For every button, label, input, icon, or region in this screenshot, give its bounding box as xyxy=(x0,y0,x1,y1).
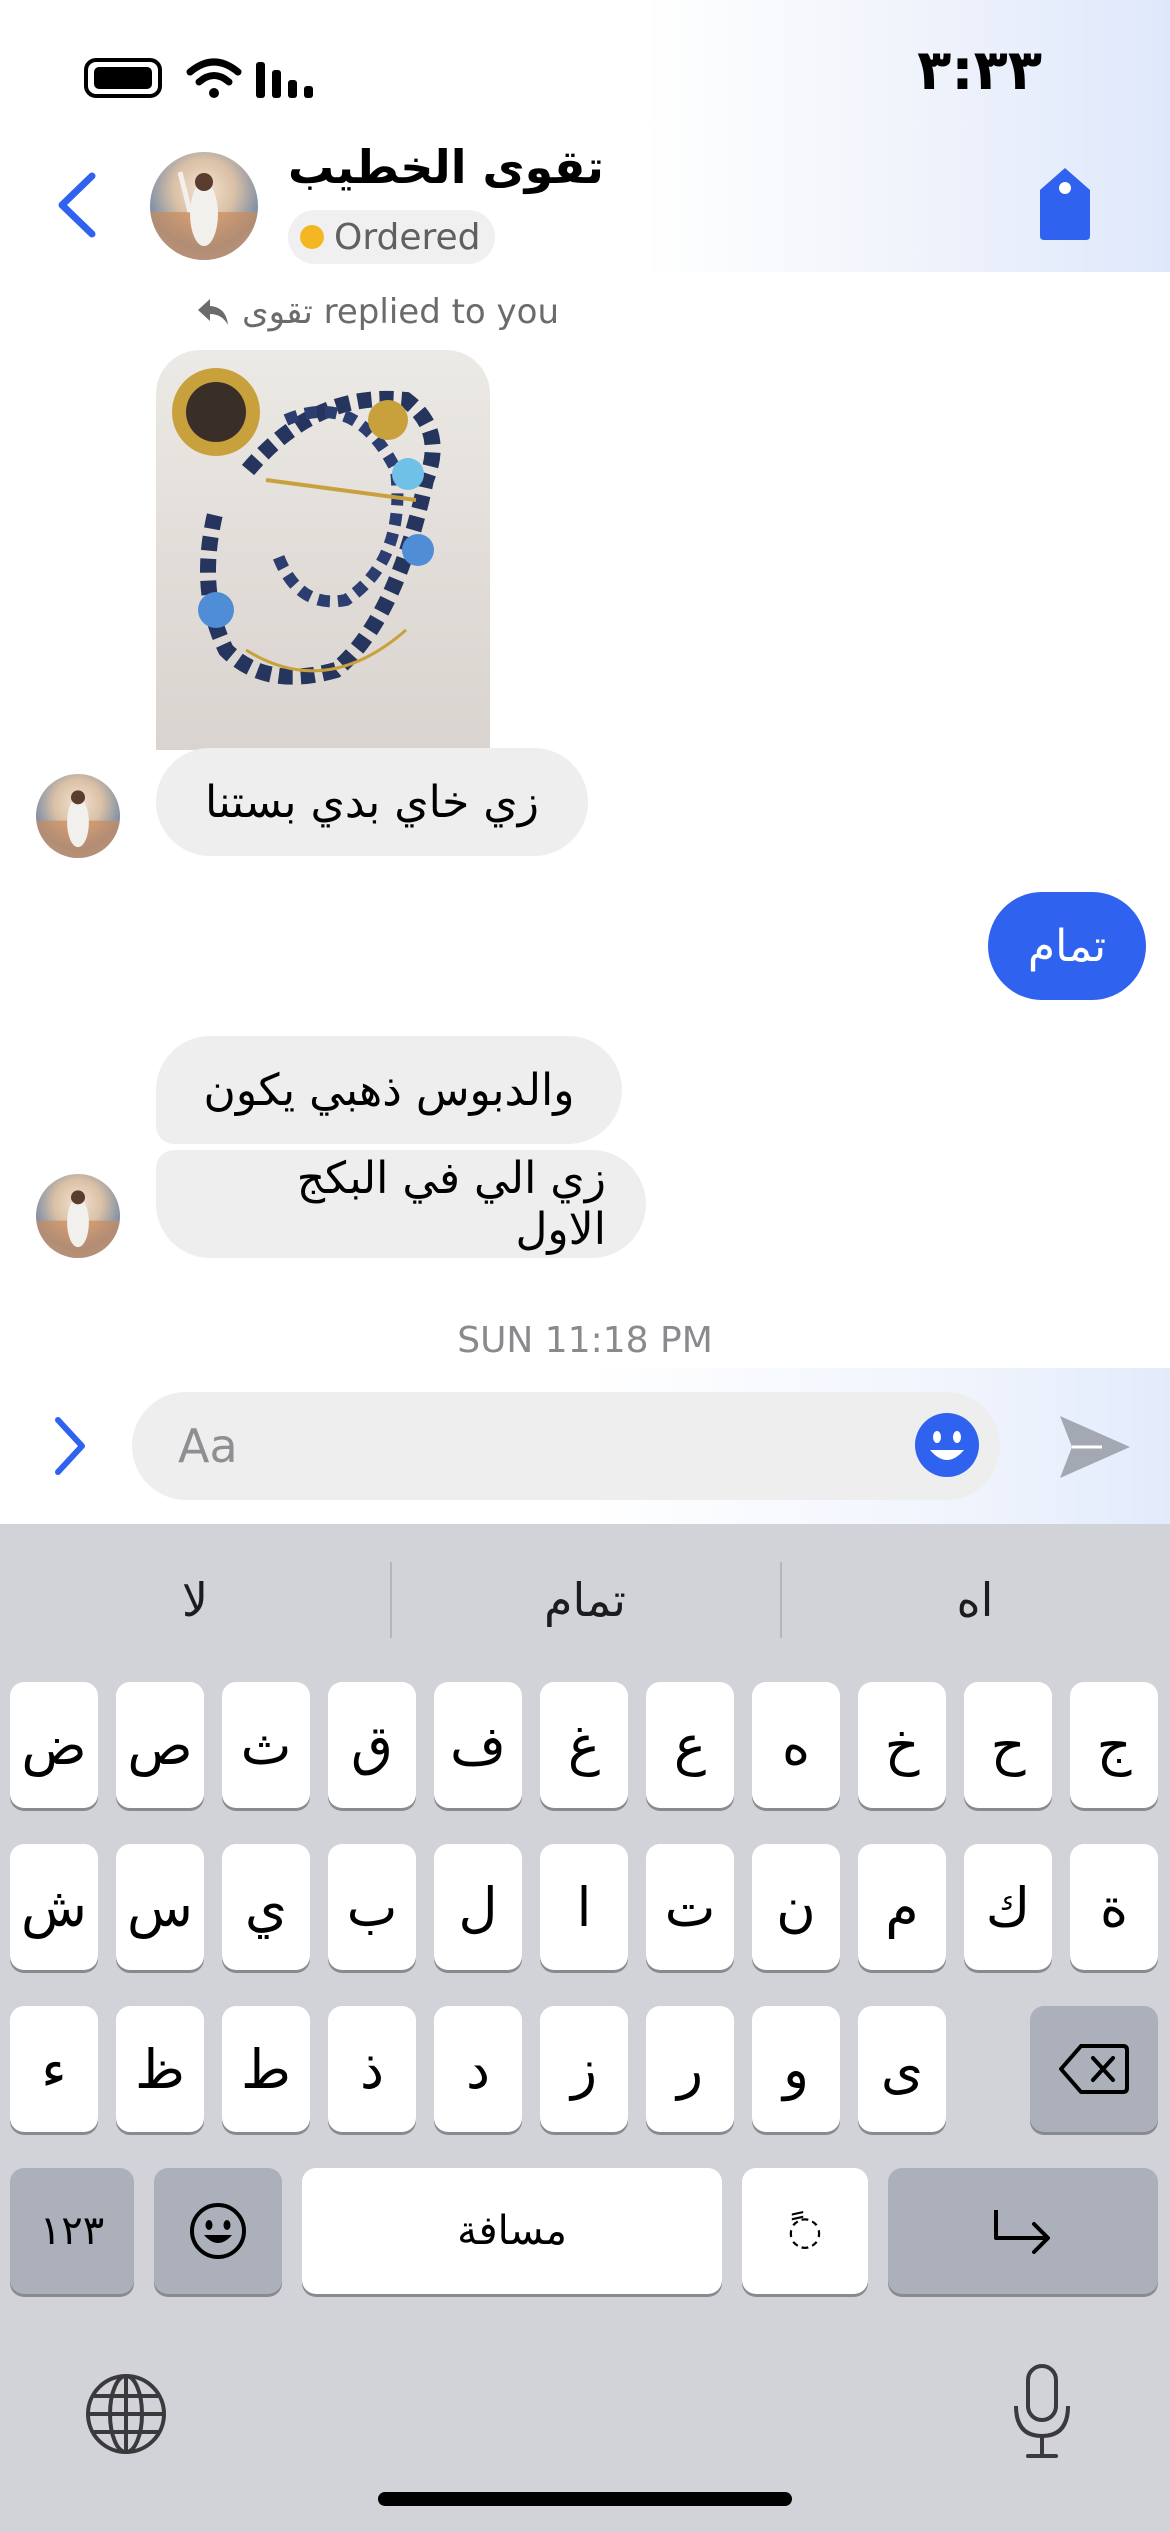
shared-photo[interactable] xyxy=(156,350,490,750)
numbers-key[interactable]: ١٢٣ xyxy=(10,2168,134,2294)
key[interactable]: ص xyxy=(116,1682,204,1808)
cellular-signal-icon xyxy=(256,62,313,98)
message-input[interactable]: Aa xyxy=(132,1392,1000,1500)
key[interactable]: ة xyxy=(1070,1844,1158,1970)
key[interactable]: ت xyxy=(646,1844,734,1970)
sender-avatar[interactable] xyxy=(36,774,120,858)
key[interactable]: ظ xyxy=(116,2006,204,2132)
key[interactable]: ذ xyxy=(328,2006,416,2132)
backspace-key[interactable] xyxy=(1030,2006,1158,2132)
key[interactable]: ز xyxy=(540,2006,628,2132)
key[interactable]: و xyxy=(752,2006,840,2132)
key[interactable]: ق xyxy=(328,1682,416,1808)
contact-avatar[interactable] xyxy=(150,152,258,260)
expand-chevron-icon[interactable] xyxy=(50,1414,90,1478)
suggestion-item[interactable]: لا xyxy=(0,1548,390,1652)
emoji-keyboard-key[interactable] xyxy=(154,2168,282,2294)
key[interactable]: ي xyxy=(222,1844,310,1970)
status-time: ٣:٣٣ xyxy=(917,38,1042,103)
order-status-badge[interactable]: Ordered xyxy=(288,210,495,264)
status-dot xyxy=(300,225,324,249)
key[interactable]: ن xyxy=(752,1844,840,1970)
key[interactable]: ى xyxy=(858,2006,946,2132)
home-indicator xyxy=(378,2492,792,2506)
incoming-message[interactable]: والدبوس ذهبي يكون xyxy=(156,1036,622,1144)
key[interactable]: غ xyxy=(540,1682,628,1808)
key[interactable]: م xyxy=(858,1844,946,1970)
key[interactable]: ك xyxy=(964,1844,1052,1970)
wifi-icon xyxy=(186,58,242,98)
key[interactable]: ض xyxy=(10,1682,98,1808)
key[interactable]: د xyxy=(434,2006,522,2132)
suggestion-item[interactable]: اه xyxy=(780,1548,1170,1652)
send-icon[interactable] xyxy=(1058,1412,1132,1482)
key[interactable]: س xyxy=(116,1844,204,1970)
microphone-icon[interactable] xyxy=(1006,2362,1078,2462)
return-key[interactable] xyxy=(888,2168,1158,2294)
key[interactable]: ث xyxy=(222,1682,310,1808)
jewelry-photo-image xyxy=(172,368,441,685)
key[interactable]: ه xyxy=(752,1682,840,1808)
key[interactable]: ا xyxy=(540,1844,628,1970)
avatar-image xyxy=(150,171,258,260)
return-arrow-icon xyxy=(994,2210,1050,2254)
replied-note: تقوى replied to you xyxy=(196,292,559,332)
replied-note-text: تقوى replied to you xyxy=(242,292,559,332)
space-key[interactable]: مسافة xyxy=(302,2168,722,2294)
reply-arrow-icon xyxy=(198,299,228,325)
battery-icon xyxy=(84,58,162,98)
key[interactable]: ش xyxy=(10,1844,98,1970)
incoming-message[interactable]: زي خاي بدي بستنا xyxy=(156,748,588,856)
key[interactable]: ط xyxy=(222,2006,310,2132)
key[interactable]: ل xyxy=(434,1844,522,1970)
outgoing-message[interactable]: تمام xyxy=(988,892,1146,1000)
key[interactable]: ب xyxy=(328,1844,416,1970)
key[interactable]: ح xyxy=(964,1682,1052,1808)
emoji-face-icon xyxy=(190,2203,246,2259)
key[interactable]: ع xyxy=(646,1682,734,1808)
key[interactable]: ف xyxy=(434,1682,522,1808)
diacritic-key[interactable]: ً◌ xyxy=(742,2168,868,2294)
backspace-icon xyxy=(1059,2044,1129,2094)
contact-name[interactable]: تقوى الخطيب xyxy=(288,140,604,194)
key[interactable]: خ xyxy=(858,1682,946,1808)
message-timestamp: SUN 11:18 PM xyxy=(457,1320,713,1361)
globe-icon[interactable] xyxy=(82,2370,170,2458)
order-status-label: Ordered xyxy=(334,216,481,258)
key[interactable]: ء xyxy=(10,2006,98,2132)
avatar-image xyxy=(36,1190,120,1258)
sender-avatar[interactable] xyxy=(36,1174,120,1258)
back-chevron-icon[interactable] xyxy=(52,170,100,240)
emoji-icon[interactable] xyxy=(914,1412,980,1478)
key[interactable]: ج xyxy=(1070,1682,1158,1808)
tag-icon[interactable] xyxy=(1034,166,1096,242)
avatar-image xyxy=(36,790,120,858)
suggestion-item[interactable]: تمام xyxy=(390,1548,780,1652)
key[interactable]: ر xyxy=(646,2006,734,2132)
incoming-message[interactable]: زي الي في البكج الاول xyxy=(156,1150,646,1258)
